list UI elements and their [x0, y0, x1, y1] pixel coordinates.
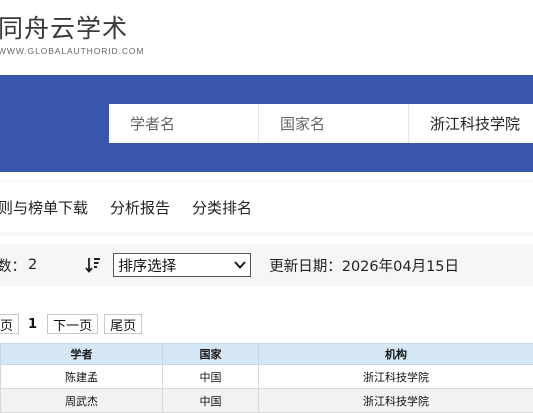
table-row[interactable]: 周武杰 中国 浙江科技学院 [0, 388, 533, 413]
country-cell: 中国 [162, 388, 259, 413]
update-date-label: 更新日期： [269, 258, 342, 275]
result-count-value: 2 [28, 257, 38, 273]
nav-item-category-ranking[interactable]: 分类排名 [192, 197, 252, 218]
site-url: WWW.GLOBALAUTHORID.COM [0, 46, 145, 56]
update-date-value: 2026年04月15日 [341, 258, 460, 275]
chevron-down-icon [234, 257, 246, 273]
institution-cell: 浙江科技学院 [258, 364, 533, 389]
site-title: 同舟云学术 [0, 14, 129, 43]
pagination: 页 1 下一页 尾页 [0, 314, 143, 334]
column-header-country: 国家 [162, 343, 259, 365]
country-cell: 中国 [162, 364, 259, 389]
column-header-scholar: 学者 [0, 343, 163, 365]
search-bar: 学者名 国家名 浙江科技学院 [109, 104, 533, 143]
result-count-label: 数： [0, 258, 26, 275]
institution-cell: 浙江科技学院 [258, 388, 533, 413]
nav-item-rules-download[interactable]: 则与榜单下载 [0, 197, 88, 218]
ranking-table: 学者 国家 机构 陈建孟 中国 浙江科技学院 周武杰 中国 浙江科技学院 [0, 343, 533, 413]
country-name-input[interactable]: 国家名 [259, 104, 409, 143]
nav-item-analysis-report[interactable]: 分析报告 [110, 197, 170, 218]
table-row[interactable]: 陈建孟 中国 浙江科技学院 [0, 364, 533, 389]
scholar-name-cell[interactable]: 陈建孟 [0, 364, 163, 389]
sort-select[interactable]: 排序选择 [113, 253, 252, 277]
scholar-name-cell[interactable]: 周武杰 [0, 388, 163, 413]
last-page-button[interactable]: 尾页 [104, 314, 143, 334]
nav-bar: 则与榜单下载 分析报告 分类排名 [0, 182, 533, 232]
filter-row: 数： 2 排序选择 更新日期： 2026年04月15日 [0, 244, 533, 286]
table-header-row: 学者 国家 机构 [0, 343, 533, 365]
column-header-institution: 机构 [258, 343, 533, 365]
scholar-name-input[interactable]: 学者名 [109, 104, 259, 143]
sort-select-value: 排序选择 [118, 258, 177, 275]
institution-input[interactable]: 浙江科技学院 [409, 104, 533, 143]
sort-descending-icon[interactable] [85, 256, 101, 274]
first-page-button[interactable]: 页 [0, 314, 20, 334]
brand-logo[interactable]: 同舟云学术 WWW.GLOBALAUTHORID.COM [0, 14, 144, 56]
next-page-button[interactable]: 下一页 [47, 314, 99, 334]
current-page: 1 [28, 316, 38, 332]
